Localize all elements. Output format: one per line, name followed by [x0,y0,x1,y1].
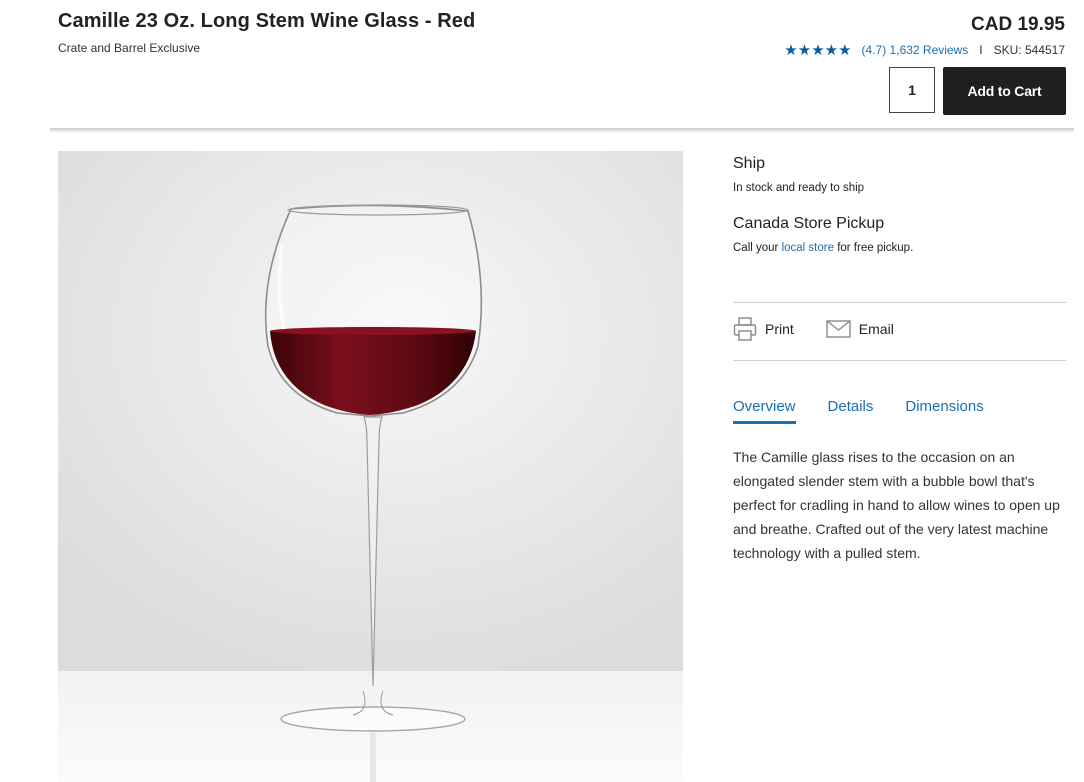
ship-availability: In stock and ready to ship [733,182,865,194]
store-pickup-heading: Canada Store Pickup [733,215,885,232]
product-image[interactable] [58,151,683,782]
star-icon: ★ [797,41,812,59]
pickup-prefix: Call your [733,242,782,254]
envelope-icon [826,320,851,338]
star-icon: ★ [824,41,839,59]
rating-summary: ★ ★ ★ ★ ★ (4.7) 1,632 Reviews I SKU: 544… [784,41,1065,59]
product-info-tabs: Overview Details Dimensions [733,398,1016,424]
tab-overview[interactable]: Overview [733,398,796,424]
rating-stars[interactable]: ★ ★ ★ ★ ★ [784,43,851,58]
wine-glass-illustration [58,151,683,782]
divider [733,360,1066,361]
ship-heading: Ship [733,155,766,172]
store-pickup-text: Call your local store for free pickup. [733,242,913,254]
product-title: Camille 23 Oz. Long Stem Wine Glass - Re… [58,10,476,32]
star-icon: ★ [784,41,798,59]
print-label: Print [765,321,794,337]
local-store-link[interactable]: local store [782,242,834,254]
overview-description: The Camille glass rises to the occasion … [733,449,1060,561]
tab-details[interactable]: Details [828,398,874,424]
printer-icon [733,317,757,341]
tab-dimensions[interactable]: Dimensions [905,398,983,424]
star-icon: ★ [838,41,852,59]
print-button[interactable]: Print [733,317,794,341]
separator: I [979,43,983,57]
email-label: Email [858,321,894,337]
add-to-cart-button[interactable]: Add to Cart [943,67,1066,115]
star-icon: ★ [811,41,825,59]
exclusive-label: Crate and Barrel Exclusive [58,41,201,55]
reviews-link[interactable]: (4.7) 1,632 Reviews [862,43,969,57]
share-bar: Print Email [733,317,894,341]
product-price: CAD 19.95 [971,14,1065,35]
quantity-input[interactable] [889,67,935,113]
sku-label: SKU: 544517 [993,43,1065,57]
divider [733,302,1066,303]
product-sticky-header: Camille 23 Oz. Long Stem Wine Glass - Re… [0,0,1084,130]
email-button[interactable]: Email [826,319,894,339]
pickup-suffix: for free pickup. [834,242,914,254]
header-divider [50,128,1074,133]
